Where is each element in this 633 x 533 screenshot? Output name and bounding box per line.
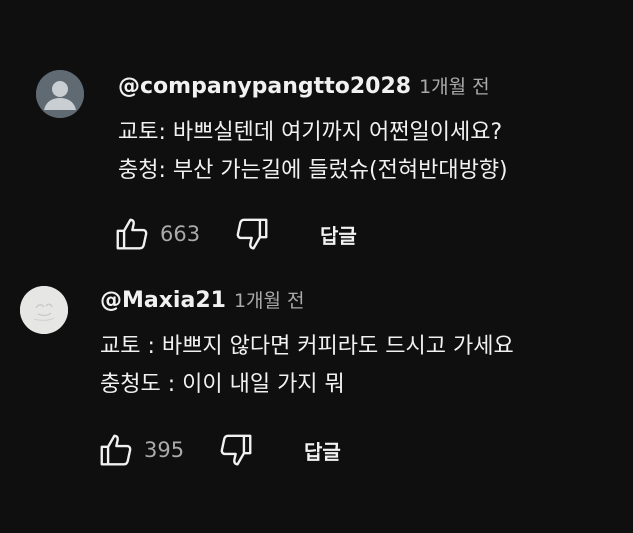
dislike-button[interactable] [216, 430, 256, 470]
comment-author[interactable]: @Maxia21 [100, 288, 226, 313]
reply-button[interactable]: 답글 [304, 436, 341, 465]
thumbs-up-icon [116, 218, 148, 250]
comment-text: 교토: 바쁘실텐데 여기까지 어쩐일이세요? 충청: 부산 가는길에 들렀슈(전… [118, 114, 508, 190]
comment-text-line: 교토: 바쁘실텐데 여기까지 어쩐일이세요? [118, 120, 503, 145]
comment-header: @companypangtto2028 1개월 전 [118, 72, 490, 103]
user-avatar-image [20, 286, 68, 334]
like-button[interactable] [112, 214, 152, 254]
reply-button[interactable]: 답글 [320, 220, 357, 249]
comment-time[interactable]: 1개월 전 [234, 290, 305, 312]
default-avatar-icon [36, 70, 84, 118]
avatar[interactable] [36, 70, 84, 118]
comment-text: 교토 : 바쁘지 않다면 커피라도 드시고 가세요 충청도 : 이이 내일 가지… [100, 328, 514, 404]
comment-actions: 395 답글 [96, 430, 341, 470]
comment-time[interactable]: 1개월 전 [419, 76, 490, 98]
comment-author[interactable]: @companypangtto2028 [118, 74, 411, 99]
comment-actions: 663 답글 [112, 214, 357, 254]
comment-text-line: 교토 : 바쁘지 않다면 커피라도 드시고 가세요 [100, 334, 514, 359]
like-count: 395 [144, 438, 185, 462]
comment-header: @Maxia21 1개월 전 [100, 286, 305, 317]
thumbs-up-icon [100, 434, 132, 466]
avatar[interactable] [20, 286, 68, 334]
thumbs-down-icon [220, 434, 252, 466]
like-button[interactable] [96, 430, 136, 470]
like-count: 663 [160, 222, 201, 246]
comment-text-line: 충청도 : 이이 내일 가지 뭐 [100, 372, 345, 397]
comment-text-line: 충청: 부산 가는길에 들렀슈(전혀반대방향) [118, 158, 508, 183]
dislike-button[interactable] [232, 214, 272, 254]
thumbs-down-icon [236, 218, 268, 250]
